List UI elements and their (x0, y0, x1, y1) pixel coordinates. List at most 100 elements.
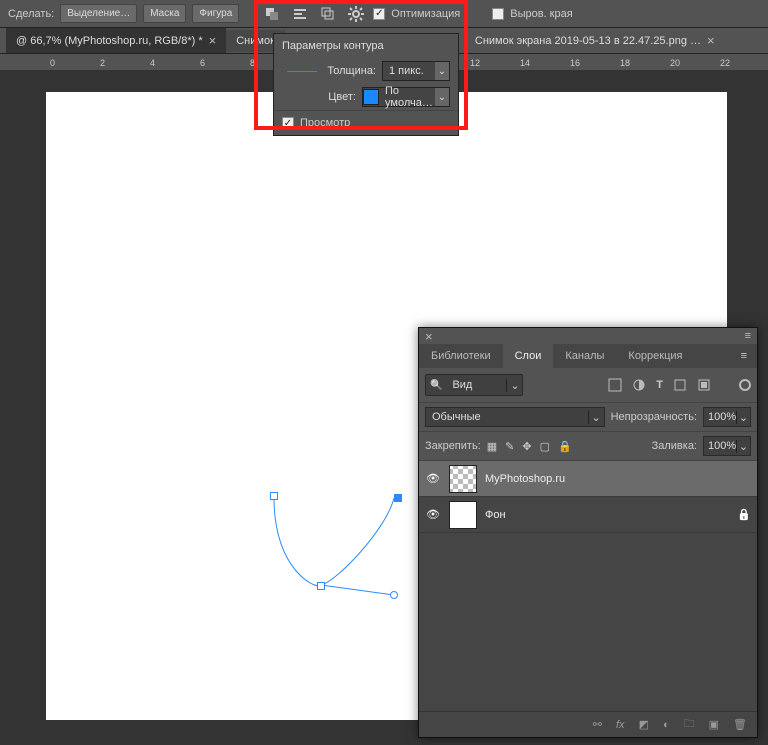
panel-tabs: Библиотеки Слои Каналы Коррекция ≡ (419, 344, 757, 368)
align-edges-checkbox[interactable] (492, 8, 504, 20)
delete-icon[interactable]: 🗑 (733, 718, 747, 731)
chevron-down-icon[interactable] (435, 88, 449, 106)
ruler-tick: 8 (250, 58, 255, 68)
color-label: Цвет: (328, 91, 356, 103)
layer-name[interactable]: MyPhotoshop.ru (485, 473, 565, 485)
panel-menu-icon[interactable]: ≡ (731, 344, 757, 368)
layer-thumbnail[interactable] (449, 501, 477, 529)
tab-libraries[interactable]: Библиотеки (419, 344, 503, 368)
shape-button[interactable]: Фигура (192, 4, 239, 23)
tab-correction[interactable]: Коррекция (616, 344, 694, 368)
chevron-down-icon[interactable] (588, 411, 604, 424)
layer-filter-row: Вид T (419, 368, 757, 403)
visibility-icon[interactable] (425, 508, 441, 521)
path-anchor[interactable] (270, 492, 278, 500)
optimization-label: Оптимизация (391, 8, 460, 20)
visibility-icon[interactable] (425, 472, 441, 485)
blend-mode-combo[interactable]: Обычные (425, 407, 605, 427)
make-label: Сделать: (8, 8, 54, 20)
lock-all-icon[interactable]: 🔒 (558, 440, 572, 453)
color-swatch (363, 89, 379, 105)
filter-smart-icon[interactable] (697, 378, 711, 392)
lock-paint-icon[interactable]: ✎ (505, 440, 514, 453)
mask-button[interactable]: Маска (143, 4, 186, 23)
filter-toggle[interactable] (739, 379, 751, 391)
thickness-value: 1 пикс. (383, 65, 435, 77)
chevron-down-icon[interactable] (736, 411, 750, 424)
options-bar: Сделать: Выделение… Маска Фигура Оптимиз… (0, 0, 768, 28)
layer-row[interactable]: Фон (419, 497, 757, 533)
path-anchor-selected[interactable] (394, 494, 402, 502)
panel-footer: ⚯ fx ◩ ◐ 🗀 ▣ 🗑 (419, 711, 757, 737)
align-edges-label: Выров. края (510, 8, 572, 20)
mask-icon[interactable]: ◩ (639, 718, 649, 731)
lock-fill-row: Закрепить: ▦ ✎ ✥ ▢ 🔒 Заливка: 100% (419, 432, 757, 461)
layers-panel: ≡ Библиотеки Слои Каналы Коррекция ≡ Вид… (418, 327, 758, 738)
ruler-tick: 14 (520, 58, 530, 68)
lock-label: Закрепить: (425, 440, 481, 452)
filter-type-icon[interactable]: T (656, 379, 663, 391)
blend-mode-value: Обычные (426, 411, 588, 423)
new-layer-icon[interactable]: ▣ (709, 718, 719, 731)
chevron-down-icon[interactable] (435, 62, 449, 80)
filter-adjust-icon[interactable] (632, 378, 646, 392)
layer-thumbnail[interactable] (449, 465, 477, 493)
path-direction-point[interactable] (390, 591, 398, 599)
doc-tab-1[interactable]: @ 66,7% (MyPhotoshop.ru, RGB/8*) * (6, 28, 226, 53)
adjust-layer-icon[interactable]: ◐ (663, 719, 670, 731)
opacity-value: 100% (704, 411, 736, 423)
ruler-tick: 22 (720, 58, 730, 68)
lock-icon[interactable] (737, 508, 751, 521)
opacity-label: Непрозрачность: (611, 411, 697, 423)
popup-title: Параметры контура (274, 34, 458, 58)
color-combo[interactable]: По умолча… (362, 87, 450, 107)
doc-tab-3[interactable]: Снимок экрана 2019-05-13 в 22.47.25.png … (465, 28, 725, 53)
filter-pixel-icon[interactable] (608, 378, 622, 392)
layer-name[interactable]: Фон (485, 509, 506, 521)
ruler-tick: 6 (200, 58, 205, 68)
thickness-combo[interactable]: 1 пикс. (382, 61, 450, 81)
ruler-tick: 12 (470, 58, 480, 68)
filter-type-combo[interactable]: Вид (425, 374, 523, 396)
chevron-down-icon[interactable] (506, 379, 522, 392)
preview-checkbox[interactable] (282, 117, 294, 129)
layer-row[interactable]: MyPhotoshop.ru (419, 461, 757, 497)
fill-label: Заливка: (652, 440, 697, 452)
selection-button[interactable]: Выделение… (60, 4, 137, 23)
gear-icon[interactable] (345, 3, 367, 25)
panel-header[interactable]: ≡ (419, 328, 757, 344)
group-icon[interactable]: 🗀 (684, 715, 695, 734)
ruler-tick: 16 (570, 58, 580, 68)
ruler-tick: 2 (100, 58, 105, 68)
lock-position-icon[interactable]: ✥ (522, 440, 531, 453)
close-icon[interactable] (209, 33, 217, 48)
thickness-label: Толщина: (327, 65, 376, 77)
path-anchor[interactable] (317, 582, 325, 590)
optimization-checkbox[interactable] (373, 8, 385, 20)
ruler-tick: 18 (620, 58, 630, 68)
lock-transparency-icon[interactable]: ▦ (487, 440, 497, 453)
tab-channels[interactable]: Каналы (553, 344, 616, 368)
flyout-icon[interactable]: ≡ (745, 330, 751, 342)
tab-layers[interactable]: Слои (503, 344, 554, 368)
fx-icon[interactable]: fx (616, 719, 625, 731)
doc-tab-1-label: @ 66,7% (MyPhotoshop.ru, RGB/8*) * (16, 35, 203, 47)
ruler-tick: 20 (670, 58, 680, 68)
opacity-combo[interactable]: 100% (703, 407, 751, 427)
fill-combo[interactable]: 100% (703, 436, 751, 456)
arrange-icon[interactable] (317, 3, 339, 25)
link-layers-icon[interactable]: ⚯ (593, 718, 602, 731)
lock-artboard-icon[interactable]: ▢ (540, 440, 550, 453)
doc-tab-3-label: Снимок экрана 2019-05-13 в 22.47.25.png … (475, 35, 701, 47)
align-icon[interactable] (289, 3, 311, 25)
blend-opacity-row: Обычные Непрозрачность: 100% (419, 403, 757, 432)
chevron-down-icon[interactable] (736, 440, 750, 453)
filter-shape-icon[interactable] (673, 378, 687, 392)
close-icon[interactable] (707, 33, 715, 48)
color-value: По умолча… (379, 85, 435, 109)
path-ops-icon[interactable] (261, 3, 283, 25)
close-icon[interactable] (425, 329, 433, 344)
preview-label: Просмотр (300, 117, 350, 129)
filter-type-value: Вид (446, 379, 506, 391)
path-options-popup: Параметры контура Толщина: 1 пикс. Цвет:… (273, 33, 459, 136)
